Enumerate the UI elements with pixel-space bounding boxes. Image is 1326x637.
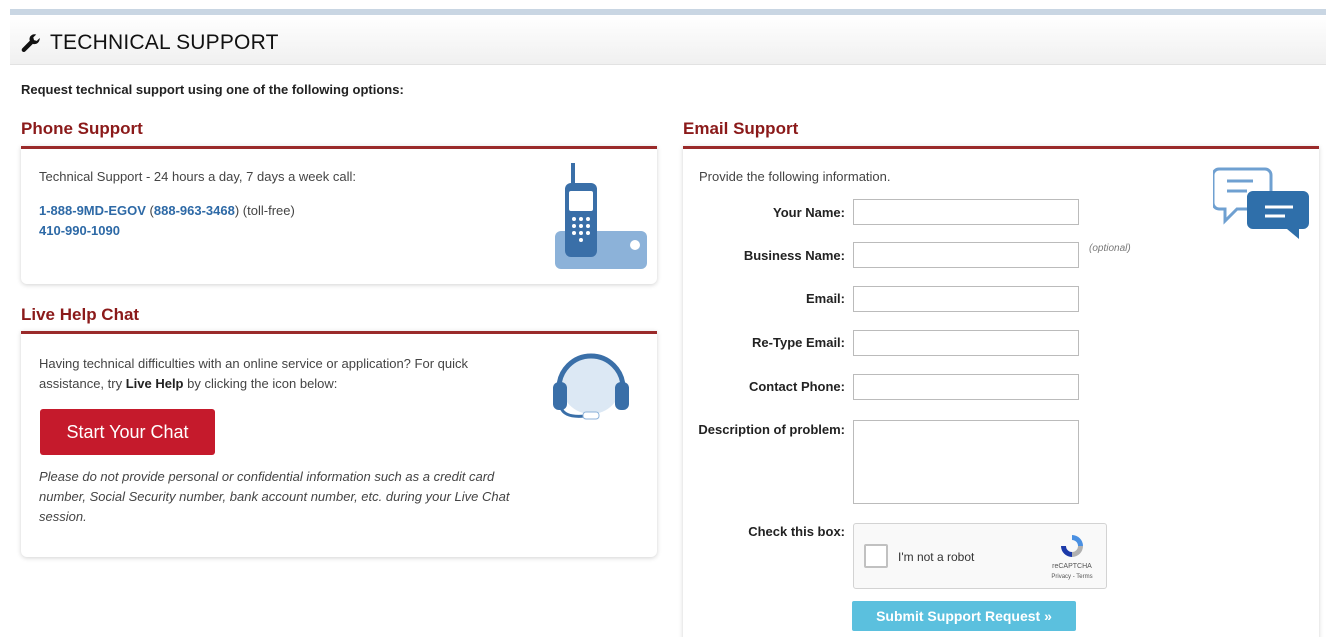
live-help-description: Having technical difficulties with an on… xyxy=(39,354,509,394)
paren-open: ( xyxy=(145,203,154,218)
retype-email-label: Re-Type Email: xyxy=(752,335,845,350)
numeric-phone-link[interactable]: 888-963-3468 xyxy=(154,203,235,218)
phone-numbers-line: 1-888-9MD-EGOV (888-963-3468) (toll-free… xyxy=(39,203,295,218)
phone-support-panel: Technical Support - 24 hours a day, 7 da… xyxy=(21,146,657,284)
chat-bubbles-icon xyxy=(1213,167,1309,239)
your-name-label: Your Name: xyxy=(773,205,845,220)
email-support-title: Email Support xyxy=(683,119,799,138)
contact-phone-input[interactable] xyxy=(853,374,1079,400)
phone-icon xyxy=(555,163,647,269)
recaptcha-label: I'm not a robot xyxy=(898,550,975,564)
page-header: TECHNICAL SUPPORT xyxy=(10,15,1326,65)
submit-support-request-button[interactable]: Submit Support Request » xyxy=(852,601,1076,631)
wrench-icon xyxy=(21,34,40,52)
recaptcha-terms-link[interactable]: Privacy - Terms xyxy=(1044,574,1100,580)
live-help-bold: Live Help xyxy=(125,376,184,391)
description-textarea[interactable] xyxy=(853,420,1079,504)
live-help-title: Live Help Chat xyxy=(21,305,140,324)
start-chat-button[interactable]: Start Your Chat xyxy=(40,409,215,455)
business-name-input[interactable] xyxy=(853,242,1079,268)
live-help-panel: Having technical difficulties with an on… xyxy=(21,331,657,557)
email-support-panel: Provide the following information. Your … xyxy=(683,146,1319,637)
desc-part-2: by clicking the icon below: xyxy=(183,376,338,391)
business-name-label: Business Name: xyxy=(743,248,845,263)
tollfree-text: (toll-free) xyxy=(239,203,295,218)
intro-text: Request technical support using one of t… xyxy=(21,82,404,97)
phone-support-title: Phone Support xyxy=(21,119,143,138)
phone-hours-text: Technical Support - 24 hours a day, 7 da… xyxy=(39,169,356,184)
retype-email-input[interactable] xyxy=(853,330,1079,356)
contact-phone-label: Contact Phone: xyxy=(748,379,845,394)
recaptcha-brand: reCAPTCHA xyxy=(1052,563,1092,570)
headset-icon xyxy=(553,353,629,420)
email-lead-text: Provide the following information. xyxy=(699,169,891,184)
vanity-phone-link[interactable]: 1-888-9MD-EGOV xyxy=(39,203,146,218)
local-phone-line: 410-990-1090 xyxy=(39,223,120,238)
recaptcha-checkbox[interactable] xyxy=(864,544,888,568)
your-name-input[interactable] xyxy=(853,199,1079,225)
optional-hint: (optional) xyxy=(1089,243,1131,254)
recaptcha-logo-icon xyxy=(1061,535,1083,557)
local-phone-link[interactable]: 410-990-1090 xyxy=(39,223,120,238)
page-title: TECHNICAL SUPPORT xyxy=(50,31,279,54)
description-label: Description of problem: xyxy=(698,422,845,437)
privacy-note: Please do not provide personal or confid… xyxy=(39,469,510,524)
check-box-label: Check this box: xyxy=(748,524,845,539)
recaptcha-widget: I'm not a robot reCAPTCHA Privacy - Term… xyxy=(853,523,1107,589)
email-input[interactable] xyxy=(853,286,1079,312)
email-label: Email: xyxy=(805,291,845,306)
